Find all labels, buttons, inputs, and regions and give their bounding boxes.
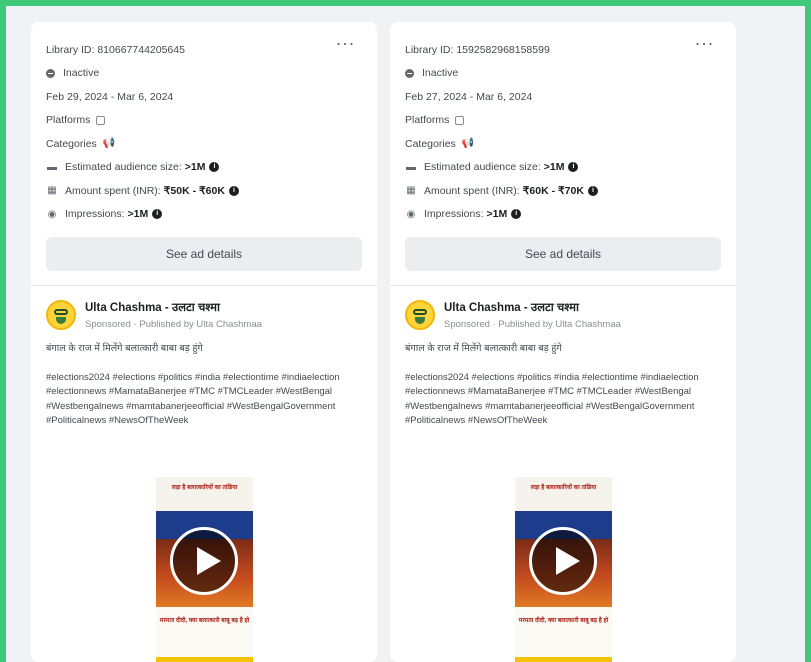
audience-label: Estimated audience size: [424, 161, 541, 174]
ad-card: ··· Library ID: 810667744205645 Inactive… [31, 22, 377, 662]
categories-label: Categories [46, 137, 97, 150]
audience-row: ▬ Estimated audience size: >1M i [46, 156, 361, 180]
info-icon[interactable]: i [568, 162, 579, 173]
ad-hashtags: #elections2024 #elections #politics #ind… [46, 371, 340, 427]
impressions-label: Impressions: [424, 208, 484, 221]
info-icon[interactable]: i [209, 162, 220, 173]
video-bottom-text: मरमता दीदी, क्या बलात्कारी बाबू बड़ है ह… [156, 607, 253, 657]
see-ad-details-button[interactable]: See ad details [405, 237, 721, 271]
categories-row: Categories 📢 [46, 132, 361, 156]
status-row: Inactive [46, 62, 361, 86]
audience-value: >1M [543, 161, 565, 174]
platforms-row: Platforms [46, 109, 361, 133]
audience-label: Estimated audience size: [65, 161, 182, 174]
amount-row: ▦ Amount spent (INR): ₹60K - ₹70K i [405, 179, 720, 203]
platform-icon [455, 115, 465, 125]
impressions-row: ◉ Impressions: >1M i [46, 203, 361, 227]
platforms-label: Platforms [46, 114, 91, 127]
amount-label: Amount spent (INR): [65, 184, 161, 197]
impressions-row: ◉ Impressions: >1M i [405, 203, 720, 227]
platform-icon [96, 115, 106, 125]
ad-preview: Ulta Chashma - उलटा चश्मा Sponsored · Pu… [390, 286, 736, 429]
impressions-label: Impressions: [65, 208, 125, 221]
amount-row: ▦ Amount spent (INR): ₹50K - ₹60K i [46, 179, 361, 203]
page-avatar[interactable] [46, 300, 76, 330]
ad-video-thumbnail[interactable]: लड़ा है बलात्कारियों का तांडिया मरमता दी… [515, 477, 612, 662]
info-icon[interactable]: i [152, 209, 163, 220]
categories-label: Categories [405, 137, 456, 150]
video-yellow-strip [515, 657, 612, 662]
audience-value: >1M [184, 161, 206, 174]
info-icon[interactable]: i [228, 185, 239, 196]
platforms-label: Platforms [405, 114, 450, 127]
more-options-icon[interactable]: ··· [336, 34, 355, 52]
audience-row: ▬ Estimated audience size: >1M i [405, 156, 720, 180]
play-icon[interactable] [529, 527, 597, 595]
impressions-value: >1M [127, 208, 149, 221]
video-top-text: लड़ा है बलात्कारियों का तांडिया [515, 477, 612, 511]
eye-icon: ◉ [47, 208, 57, 220]
date-range: Feb 29, 2024 - Mar 6, 2024 [46, 90, 174, 103]
sponsored-label: Sponsored · Published by Ulta Chashmaa [444, 319, 621, 330]
video-top-text: लड़ा है बलात्कारियों का तांडिया [156, 477, 253, 511]
inactive-status-icon [46, 68, 55, 78]
ad-video-thumbnail[interactable]: लड़ा है बलात्कारियों का तांडिया मरमता दी… [156, 477, 253, 662]
date-range: Feb 27, 2024 - Mar 6, 2024 [405, 90, 533, 103]
page-avatar[interactable] [405, 300, 435, 330]
megaphone-icon: 📢 [102, 138, 116, 150]
eye-icon: ◉ [406, 208, 416, 220]
more-options-icon[interactable]: ··· [695, 34, 714, 52]
amount-label: Amount spent (INR): [424, 184, 520, 197]
ad-preview: Ulta Chashma - उलटा चश्मा Sponsored · Pu… [31, 286, 377, 429]
see-ad-details-button[interactable]: See ad details [46, 237, 362, 271]
ad-hashtags: #elections2024 #elections #politics #ind… [405, 371, 699, 427]
ad-caption: बंगाल के राज में मिलेंगे बलात्कारी बाबा … [46, 343, 203, 354]
play-icon[interactable] [170, 527, 238, 595]
info-icon[interactable]: i [511, 209, 522, 220]
video-yellow-strip [156, 657, 253, 662]
money-icon: ▦ [47, 185, 57, 197]
library-id: Library ID: 810667744205645 [46, 43, 185, 56]
sponsored-label: Sponsored · Published by Ulta Chashmaa [85, 319, 262, 330]
status-row: Inactive [405, 62, 720, 86]
audience-icon: ▬ [47, 161, 57, 173]
status-text: Inactive [422, 67, 459, 80]
amount-value: ₹50K - ₹60K [163, 184, 225, 197]
platforms-row: Platforms [405, 109, 720, 133]
megaphone-icon: 📢 [461, 138, 475, 150]
ad-card: ··· Library ID: 1592582968158599 Inactiv… [390, 22, 736, 662]
status-text: Inactive [63, 67, 100, 80]
library-id: Library ID: 1592582968158599 [405, 43, 550, 56]
money-icon: ▦ [406, 185, 416, 197]
page-name-link[interactable]: Ulta Chashma - उलटा चश्मा [85, 300, 262, 315]
inactive-status-icon [405, 68, 414, 78]
ad-caption: बंगाल के राज में मिलेंगे बलात्कारी बाबा … [405, 343, 562, 354]
info-icon[interactable]: i [587, 185, 598, 196]
impressions-value: >1M [486, 208, 508, 221]
categories-row: Categories 📢 [405, 132, 720, 156]
page-name-link[interactable]: Ulta Chashma - उलटा चश्मा [444, 300, 621, 315]
audience-icon: ▬ [406, 161, 416, 173]
video-bottom-text: मरमता दीदी, क्या बलात्कारी बाबू बड़ है ह… [515, 607, 612, 657]
amount-value: ₹60K - ₹70K [522, 184, 584, 197]
